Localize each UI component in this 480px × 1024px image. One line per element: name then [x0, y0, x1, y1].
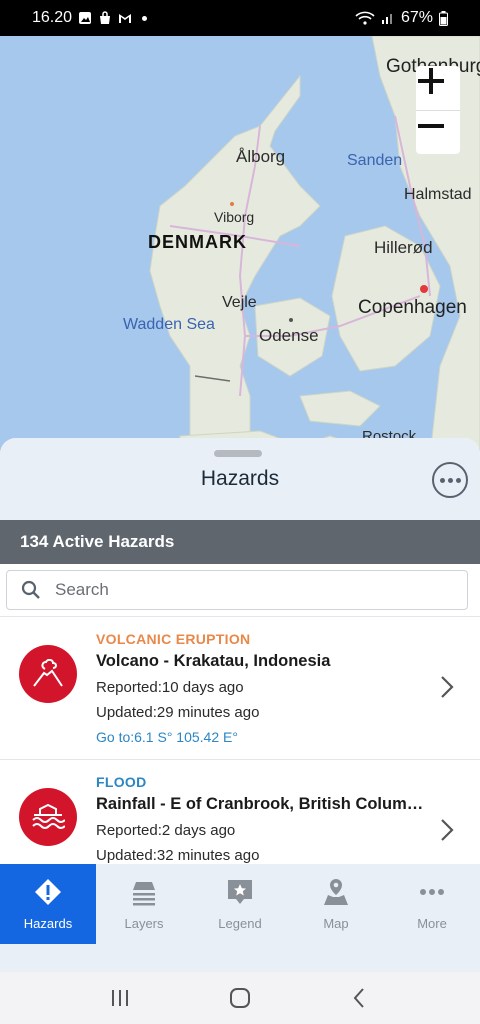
sheet-drag-handle[interactable] [214, 450, 262, 457]
map-label-odense: Odense [259, 326, 319, 345]
notification-dot-icon [142, 15, 148, 21]
zoom-in-button[interactable] [416, 66, 460, 110]
home-icon[interactable] [228, 986, 252, 1010]
hazard-type: VOLCANIC ERUPTION [96, 631, 251, 647]
gallery-icon [79, 12, 92, 24]
hazard-goto-link[interactable]: Go to:6.1 S° 105.42 E° [96, 729, 480, 745]
active-hazards-count: 134 Active Hazards [0, 520, 480, 564]
more-options-button[interactable] [432, 462, 468, 498]
nav-layers-label: Layers [124, 915, 164, 931]
search-icon [21, 580, 40, 599]
plus-icon [418, 68, 444, 94]
map-label-denmark: DENMARK [148, 232, 247, 252]
nav-more-label: More [417, 915, 447, 931]
hazard-reported: Reported:2 days ago [96, 822, 236, 839]
battery-level: 67% [400, 9, 433, 26]
status-time: 16.20 [32, 9, 73, 26]
bottom-nav: Hazards Layers Legend Map More [0, 864, 480, 944]
system-nav-bar [0, 972, 480, 1024]
battery-icon [439, 10, 448, 26]
recent-apps-icon[interactable] [108, 986, 132, 1010]
map-label-copenhagen: Copenhagen [358, 297, 467, 318]
chevron-right-icon [441, 819, 454, 841]
shopping-bag-icon [100, 11, 111, 24]
status-bar: 16.20 67% [0, 0, 480, 36]
hazards-sheet: Hazards 134 Active Hazards VOLCANIC ERUP… [0, 438, 480, 864]
hazard-warning-icon [35, 878, 61, 905]
sheet-header: Hazards [0, 438, 480, 520]
nav-legend[interactable]: Legend [192, 864, 288, 944]
legend-icon [228, 879, 252, 904]
nav-map[interactable]: Map [288, 864, 384, 944]
gmail-icon [119, 14, 132, 23]
back-icon[interactable] [348, 986, 372, 1010]
zoom-out-button[interactable] [416, 110, 460, 154]
hazard-item-volcano[interactable]: VOLCANIC ERUPTION Volcano - Krakatau, In… [0, 617, 480, 760]
map-label-aalborg: Ålborg [236, 147, 286, 166]
hazard-item-flood[interactable]: FLOOD Rainfall - E of Cranbrook, British… [0, 760, 480, 864]
hazard-list: VOLCANIC ERUPTION Volcano - Krakatau, In… [0, 616, 480, 864]
nav-map-label: Map [323, 915, 349, 931]
flood-icon [19, 788, 77, 846]
map-label-viborg: Viborg [214, 209, 255, 225]
hazard-updated: Updated:32 minutes ago [96, 847, 260, 864]
search-box[interactable] [6, 570, 468, 610]
minus-icon [418, 124, 444, 128]
hazard-updated: Updated:29 minutes ago [96, 704, 260, 721]
hazard-name: Rainfall - E of Cranbrook, British Colum… [96, 795, 426, 813]
map-view[interactable]: Gothenburg Ålborg Sanden Halmstad Viborg… [0, 36, 480, 456]
sheet-title: Hazards [200, 467, 280, 490]
map-pin-icon [324, 878, 348, 905]
ellipsis-icon [439, 477, 445, 483]
chevron-right-icon [441, 676, 454, 698]
wifi-icon [355, 11, 375, 25]
map-label-sanden: Sanden [347, 152, 403, 169]
map-label-wadden-sea: Wadden Sea [123, 316, 215, 333]
layers-icon [133, 881, 155, 905]
nav-hazards-label: Hazards [23, 915, 73, 931]
nav-hazards[interactable]: Hazards [0, 864, 96, 944]
nav-more[interactable]: More [384, 864, 480, 944]
hazard-type: FLOOD [96, 774, 147, 790]
nav-layers[interactable]: Layers [96, 864, 192, 944]
map-label-halmstad: Halmstad [404, 186, 472, 203]
hazard-name: Volcano - Krakatau, Indonesia [96, 652, 331, 670]
search-input[interactable] [55, 580, 435, 600]
map-label-hillerod: Hillerød [374, 238, 433, 257]
more-dots-icon [420, 888, 444, 895]
volcano-icon [19, 645, 77, 703]
map-label-vejle: Vejle [222, 294, 257, 311]
signal-icon [381, 14, 392, 24]
hazard-reported: Reported:10 days ago [96, 679, 244, 696]
nav-legend-label: Legend [218, 915, 262, 931]
